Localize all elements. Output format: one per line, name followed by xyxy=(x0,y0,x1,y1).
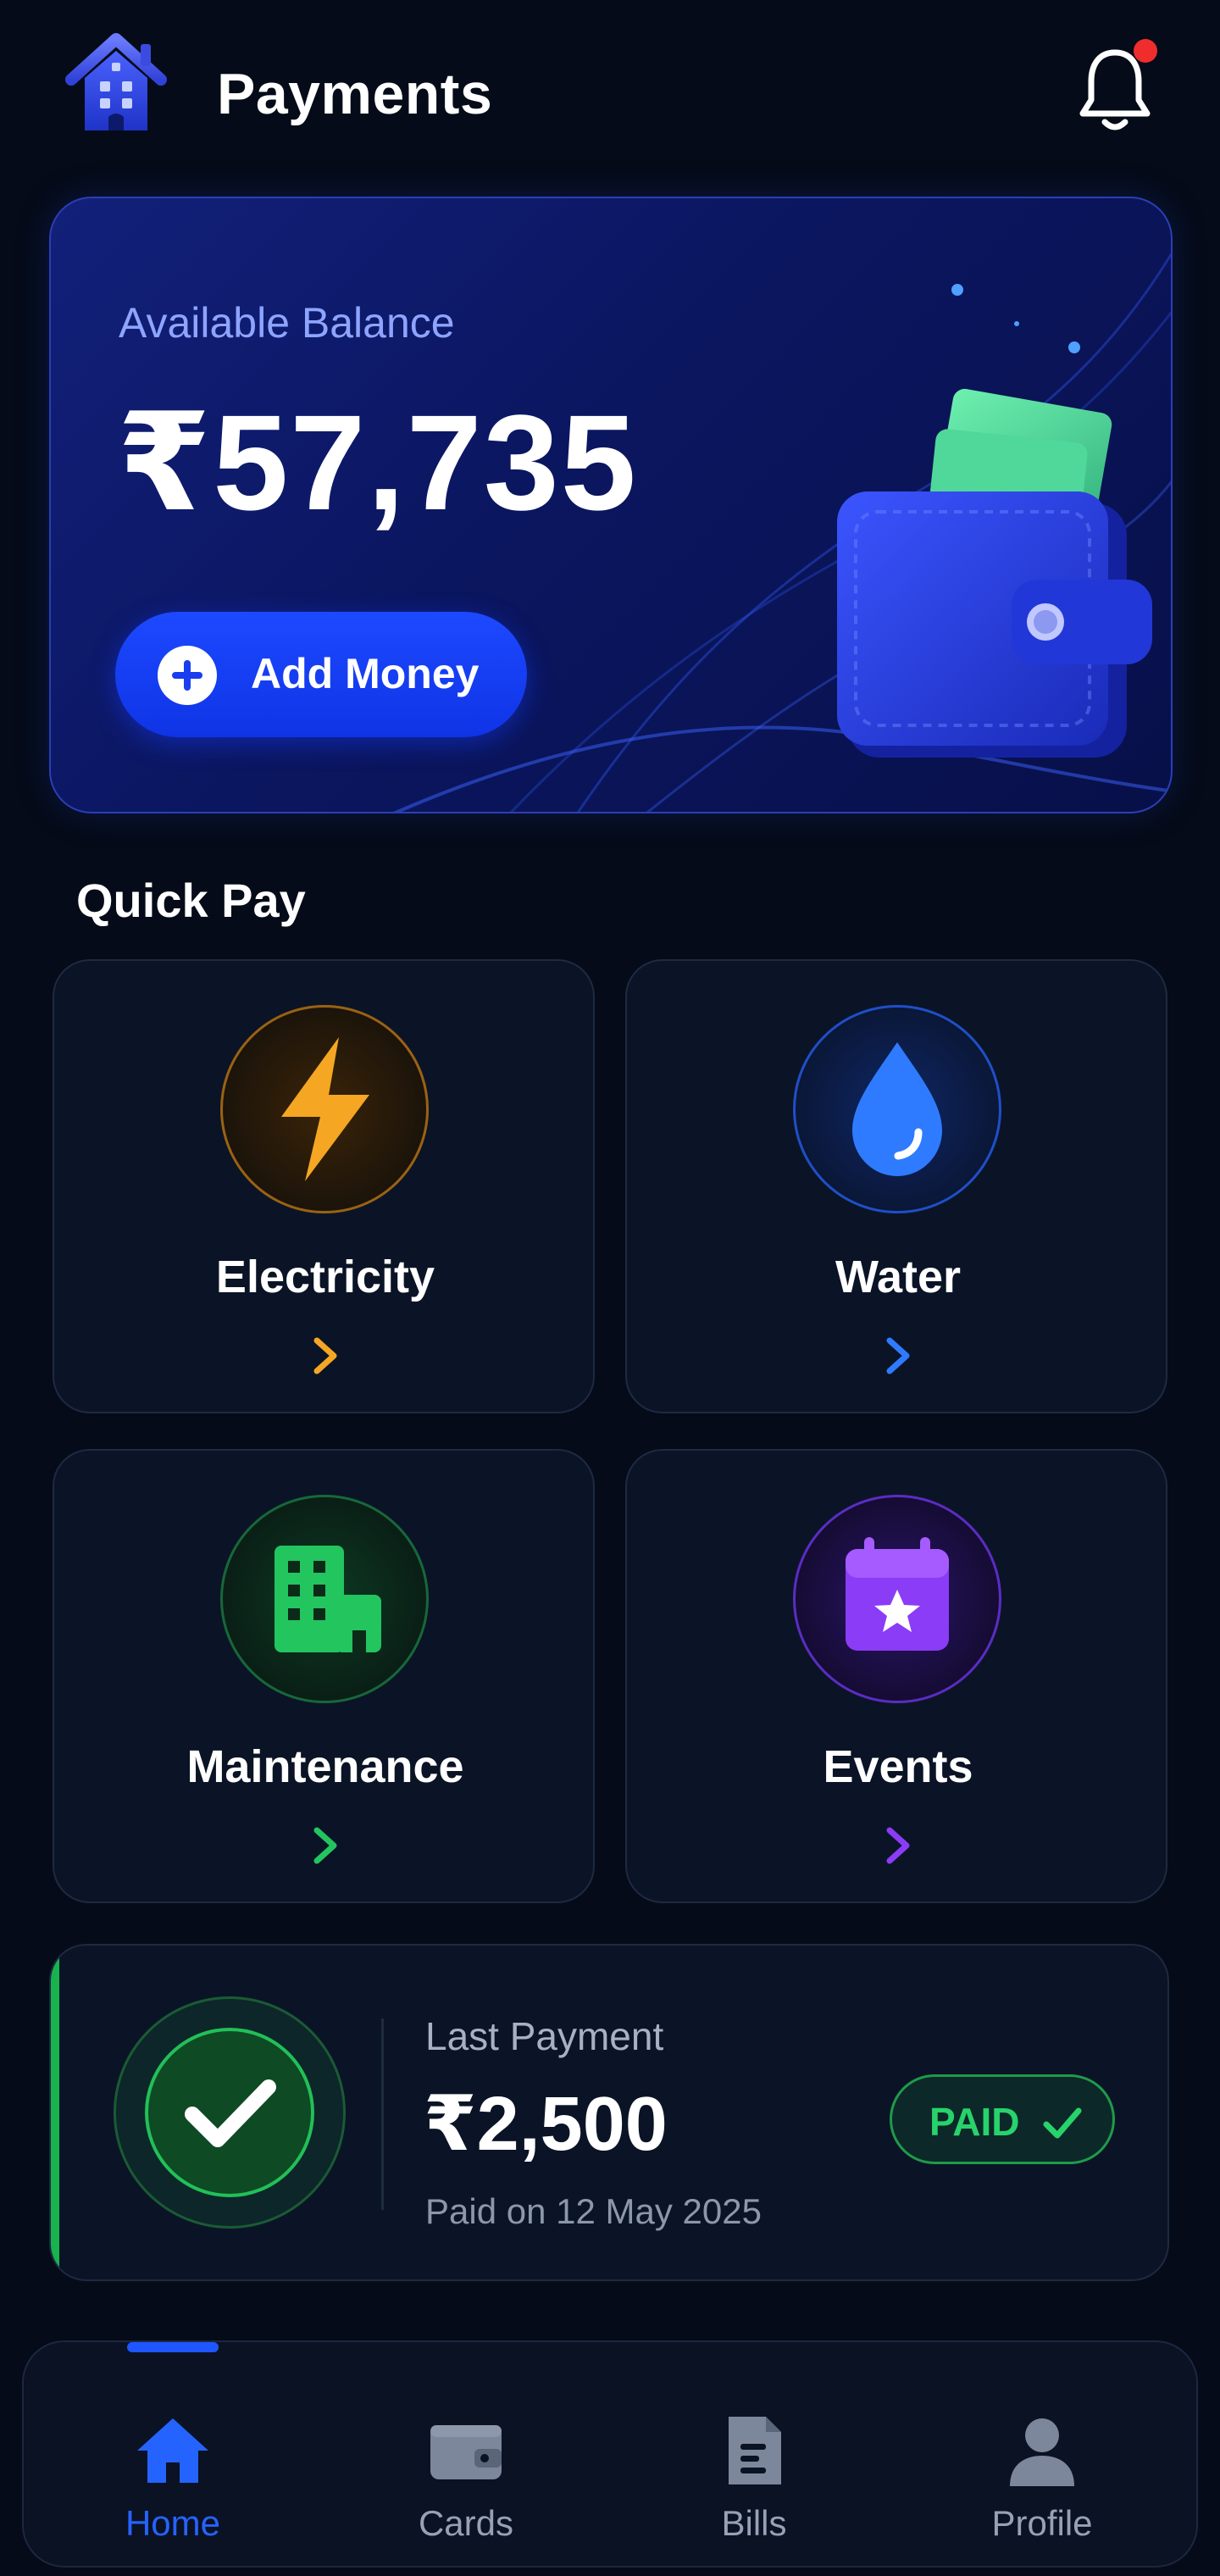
check-circle-icon xyxy=(114,1996,346,2229)
tile-label: Water xyxy=(835,1252,962,1302)
last-payment-card[interactable]: Last Payment ₹2,500 Paid on 12 May 2025 … xyxy=(49,1944,1169,2281)
wallet-icon xyxy=(771,334,1161,774)
page-title: Payments xyxy=(217,62,493,126)
last-payment-amount: ₹2,500 xyxy=(424,2082,668,2167)
notification-badge xyxy=(1134,39,1157,63)
nav-item-bills[interactable]: Bills xyxy=(669,2384,839,2545)
active-tab-indicator xyxy=(127,2342,219,2352)
nav-label-home: Home xyxy=(125,2503,221,2543)
building-icon xyxy=(220,1495,429,1703)
balance-label: Available Balance xyxy=(119,299,455,347)
home-icon xyxy=(63,31,169,136)
tile-label: Events xyxy=(823,1741,973,1792)
nav-label-cards: Cards xyxy=(418,2503,514,2543)
quick-pay-title: Quick Pay xyxy=(76,874,306,927)
water-drop-icon xyxy=(793,1005,1001,1213)
plus-icon xyxy=(158,646,217,705)
quick-pay-tile-maintenance[interactable]: Maintenance xyxy=(53,1449,595,1903)
divider xyxy=(381,2018,384,2210)
tile-label: Electricity xyxy=(215,1252,435,1302)
status-badge-label: PAID xyxy=(929,2100,1020,2144)
document-icon xyxy=(713,2410,795,2491)
nav-item-home[interactable]: Home xyxy=(88,2384,258,2545)
wallet-icon xyxy=(425,2410,507,2491)
balance-card: Available Balance ₹57,735 Add Money xyxy=(49,197,1173,813)
nav-label-bills: Bills xyxy=(721,2503,787,2543)
balance-amount: ₹57,735 xyxy=(117,386,638,538)
nav-item-profile[interactable]: Profile xyxy=(957,2384,1127,2545)
bottom-navigation: Home Cards Bills Profile xyxy=(22,2340,1198,2568)
check-icon xyxy=(1041,2102,1084,2143)
chevron-right-icon xyxy=(305,1334,346,1378)
tile-label: Maintenance xyxy=(186,1741,464,1792)
quick-pay-tile-water[interactable]: Water xyxy=(625,959,1167,1413)
last-payment-label: Last Payment xyxy=(425,2014,664,2058)
home-icon xyxy=(132,2410,214,2491)
quick-pay-tile-events[interactable]: Events xyxy=(625,1449,1167,1903)
chevron-right-icon xyxy=(878,1824,918,1868)
add-money-button[interactable]: Add Money xyxy=(115,612,527,737)
chevron-right-icon xyxy=(305,1824,346,1868)
nav-item-cards[interactable]: Cards xyxy=(381,2384,551,2545)
lightning-icon xyxy=(220,1005,429,1213)
last-payment-date: Paid on 12 May 2025 xyxy=(425,2191,762,2231)
quick-pay-tile-electricity[interactable]: Electricity xyxy=(53,959,595,1413)
status-badge: PAID xyxy=(890,2074,1115,2164)
calendar-star-icon xyxy=(793,1495,1001,1703)
app-header: Payments xyxy=(0,0,1220,186)
nav-label-profile: Profile xyxy=(991,2503,1093,2543)
user-icon xyxy=(1001,2410,1083,2491)
add-money-label: Add Money xyxy=(251,650,480,697)
status-accent-bar xyxy=(51,1946,59,2279)
chevron-right-icon xyxy=(878,1334,918,1378)
